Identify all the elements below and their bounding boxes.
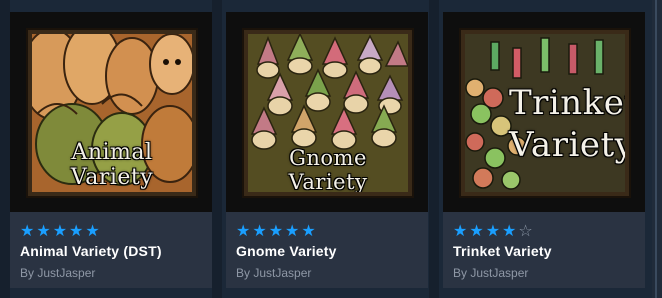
item-author[interactable]: By JustJasper (236, 266, 420, 280)
star-icon: ★ (285, 221, 300, 240)
star-icon: ★ (502, 221, 517, 240)
item-thumbnail[interactable]: Trinket Variety (443, 12, 645, 212)
star-icon: ★ (20, 221, 35, 240)
item-thumbnail[interactable]: Gnome Variety (226, 12, 428, 212)
item-author[interactable]: By JustJasper (20, 266, 204, 280)
star-icon: ★ (236, 221, 251, 240)
star-outline-icon: ☆ (518, 221, 533, 240)
thumbnail-frame: Gnome Variety (242, 28, 414, 198)
workshop-item-card[interactable]: Trinket Variety ★ ★ ★ ★ ☆ Trinket Variet… (443, 12, 645, 288)
workshop-item-card[interactable]: Gnome Variety ★ ★ ★ ★ ★ Gnome Variety By… (226, 12, 428, 288)
star-icon: ★ (69, 221, 84, 240)
item-thumbnail[interactable]: Animal Variety (10, 12, 212, 212)
item-meta: ★ ★ ★ ★ ★ Animal Variety (DST) By JustJa… (20, 223, 204, 281)
grid-gutter (429, 0, 439, 298)
scroll-edge-line (655, 0, 657, 298)
workshop-item-card[interactable]: Animal Variety ★ ★ ★ ★ ★ Animal Variety … (10, 12, 212, 288)
star-icon: ★ (453, 221, 468, 240)
item-title[interactable]: Trinket Variety (453, 243, 637, 259)
star-icon: ★ (301, 221, 316, 240)
star-icon: ★ (85, 221, 100, 240)
thumbnail-art: Animal Variety (32, 34, 192, 192)
star-icon: ★ (268, 221, 284, 240)
star-icon: ★ (252, 221, 267, 240)
item-title[interactable]: Animal Variety (DST) (20, 243, 204, 259)
star-icon: ★ (469, 221, 484, 240)
item-meta: ★ ★ ★ ★ ☆ Trinket Variety By JustJasper (453, 223, 637, 281)
thumbnail-caption: Gnome Variety (288, 146, 368, 192)
star-rating: ★ ★ ★ ★ ☆ (453, 223, 637, 239)
thumbnail-caption: Animal Variety (70, 140, 154, 190)
thumbnail-art: Gnome Variety (248, 34, 408, 192)
thumbnail-frame: Trinket Variety (459, 28, 631, 198)
star-icon: ★ (36, 221, 51, 240)
thumbnail-art: Trinket Variety (465, 34, 625, 192)
scroll-edge[interactable] (652, 0, 662, 298)
grid-gutter (212, 0, 222, 298)
star-rating: ★ ★ ★ ★ ★ (236, 223, 420, 239)
star-icon: ★ (485, 221, 501, 240)
thumbnail-caption-line-2: Variety (509, 125, 625, 165)
grid-gutter (0, 0, 10, 298)
item-title[interactable]: Gnome Variety (236, 243, 420, 259)
item-author[interactable]: By JustJasper (453, 266, 637, 280)
item-meta: ★ ★ ★ ★ ★ Gnome Variety By JustJasper (236, 223, 420, 281)
thumbnail-caption-line-1: Trinket (509, 83, 625, 123)
star-rating: ★ ★ ★ ★ ★ (20, 223, 204, 239)
star-icon: ★ (52, 221, 68, 240)
thumbnail-frame: Animal Variety (26, 28, 198, 198)
